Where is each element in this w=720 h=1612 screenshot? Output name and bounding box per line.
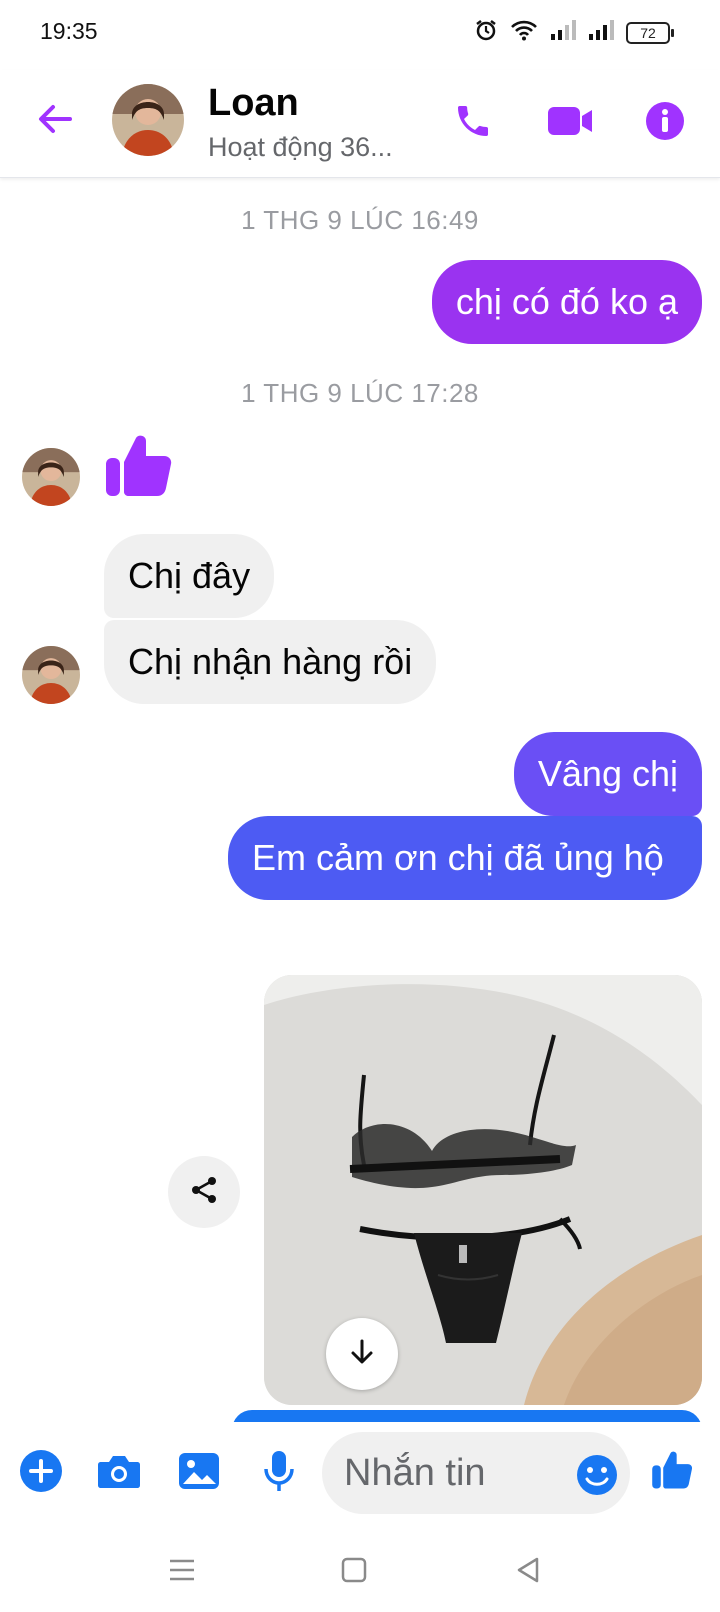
back-button[interactable] xyxy=(34,100,76,142)
video-icon xyxy=(546,104,594,143)
camera-icon xyxy=(97,1452,141,1495)
share-icon xyxy=(188,1174,220,1211)
battery-icon: 72 xyxy=(626,21,674,44)
info-button[interactable] xyxy=(642,100,688,146)
more-actions-button[interactable] xyxy=(18,1449,64,1498)
signal-icon xyxy=(588,19,614,46)
back-arrow-icon xyxy=(36,102,74,141)
microphone-icon xyxy=(262,1449,296,1498)
voice-button[interactable] xyxy=(256,1450,302,1496)
system-nav-bar xyxy=(0,1526,720,1612)
share-button[interactable] xyxy=(168,1156,240,1228)
status-icons: 72 xyxy=(474,18,674,47)
signal-icon xyxy=(550,19,576,46)
chat-header: Loan Hoạt động 36... xyxy=(0,70,720,178)
info-icon xyxy=(645,101,685,146)
download-icon xyxy=(347,1337,377,1372)
emoji-button[interactable] xyxy=(576,1454,618,1496)
send-like-button[interactable] xyxy=(650,1448,696,1494)
status-time: 19:35 xyxy=(40,18,98,44)
video-call-button[interactable] xyxy=(544,100,596,146)
message-bubble-outgoing[interactable]: Em cảm ơn chị đã ủng hộ xyxy=(228,816,702,900)
home-button[interactable] xyxy=(334,1554,374,1590)
timestamp: 1 THG 9 LÚC 16:49 xyxy=(241,205,479,235)
camera-button[interactable] xyxy=(96,1450,142,1496)
phone-icon xyxy=(453,101,493,146)
avatar[interactable] xyxy=(112,84,184,156)
message-bubble-outgoing[interactable]: Vâng chị xyxy=(513,732,702,816)
plus-icon xyxy=(19,1449,63,1498)
avatar[interactable] xyxy=(22,646,80,704)
timestamp: 1 THG 9 LÚC 17:28 xyxy=(241,378,479,408)
home-icon xyxy=(341,1557,367,1588)
gallery-icon xyxy=(178,1452,220,1495)
call-button[interactable] xyxy=(450,100,496,146)
message-bubble-incoming[interactable]: Chị đây xyxy=(104,534,275,618)
download-button[interactable] xyxy=(326,1318,398,1390)
back-nav-button[interactable] xyxy=(508,1554,548,1590)
back-icon xyxy=(515,1556,541,1589)
emoji-icon xyxy=(576,1455,618,1500)
message-composer xyxy=(0,1422,720,1526)
status-bar: 19:35 72 xyxy=(0,0,720,64)
like-message[interactable] xyxy=(104,428,176,500)
gallery-button[interactable] xyxy=(176,1450,222,1496)
message-bubble-outgoing[interactable]: chị có đó ko ạ xyxy=(431,260,702,344)
contact-status: Hoạt động 36... xyxy=(208,132,393,162)
thumbs-up-icon xyxy=(104,435,176,504)
alarm-icon xyxy=(474,18,498,47)
avatar[interactable] xyxy=(22,448,80,506)
wifi-icon xyxy=(510,19,538,46)
thumbs-up-icon xyxy=(651,1447,695,1496)
recent-apps-button[interactable] xyxy=(162,1554,202,1590)
message-bubble-incoming[interactable]: Chị nhận hàng rồi xyxy=(104,620,437,704)
menu-icon xyxy=(168,1558,196,1587)
contact-name[interactable]: Loan xyxy=(208,82,299,125)
